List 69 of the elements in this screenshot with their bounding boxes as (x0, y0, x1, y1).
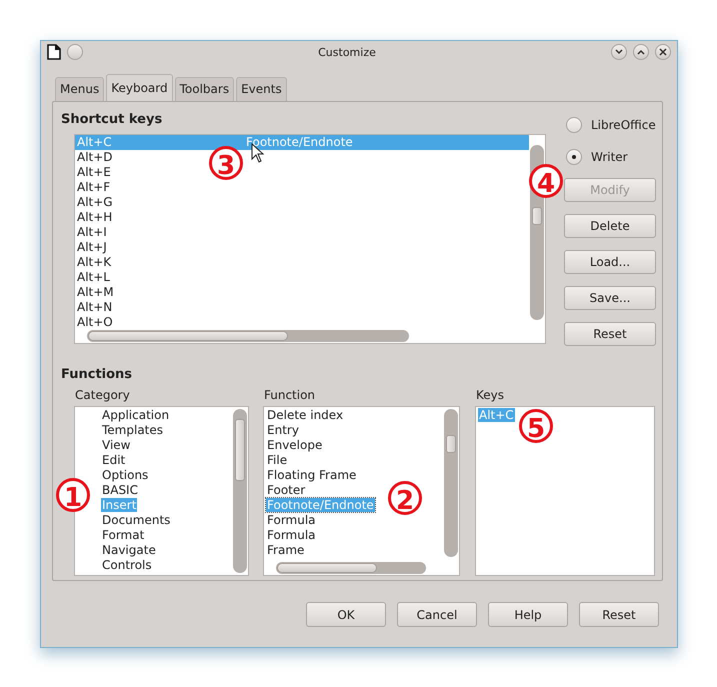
list-item[interactable]: Options (101, 468, 150, 482)
list-item[interactable]: Templates (101, 423, 164, 437)
list-item[interactable]: File (266, 453, 288, 467)
tab[interactable]: Events (236, 77, 287, 101)
list-item[interactable]: Formula (266, 528, 317, 542)
function-cell: Footnote/Endnote (246, 135, 353, 150)
list-item[interactable]: BASIC (101, 483, 139, 497)
key-cell-text: Alt+E (76, 165, 111, 180)
key-cell-text: Alt+K (76, 255, 112, 270)
number-callout: 1 (56, 478, 90, 512)
document-icon (47, 44, 61, 60)
key-cell-text: Alt+J (76, 240, 107, 255)
button[interactable]: Delete (564, 214, 656, 238)
horizontal-scrollbar[interactable] (87, 330, 409, 342)
button[interactable]: Reset (579, 602, 659, 627)
key-cell-text: Alt+F (76, 180, 110, 195)
key-cell-text: Alt+D (76, 150, 113, 165)
button[interactable]: Reset (564, 322, 656, 346)
radio-label: LibreOffice (591, 118, 656, 132)
list-item[interactable]: View (101, 438, 132, 452)
radio-button[interactable] (566, 117, 582, 133)
close-icon (659, 48, 667, 56)
list-item[interactable]: Delete index (266, 408, 344, 422)
list-item[interactable]: Format (101, 528, 146, 542)
list-item[interactable]: Controls (101, 558, 153, 572)
list-item[interactable]: Edit (101, 453, 126, 467)
list-item[interactable]: Frame (266, 543, 306, 557)
button[interactable]: Help (488, 602, 568, 627)
radio-label: Writer (591, 150, 628, 164)
section-heading: Shortcut keys (61, 112, 164, 129)
vertical-scrollbar[interactable] (444, 409, 458, 557)
list-item[interactable]: Formula (266, 513, 317, 527)
window-title: Customize (317, 46, 377, 58)
key-cell-text: Alt+H (76, 210, 112, 225)
button[interactable]: Cancel (397, 602, 477, 627)
tab[interactable]: Keyboard (106, 74, 173, 101)
radio-button[interactable] (566, 149, 582, 165)
list-label: Keys (475, 388, 506, 404)
minimize-button[interactable] (611, 44, 627, 60)
list-item[interactable]: Documents (101, 513, 172, 527)
list-item[interactable]: Floating Frame (266, 468, 358, 482)
maximize-button[interactable] (633, 44, 649, 60)
key-cell-text: Alt+C (76, 135, 112, 150)
vertical-scrollbar[interactable] (233, 409, 247, 573)
key-cell-text: Alt+G (76, 195, 113, 210)
button[interactable]: Save... (564, 286, 656, 310)
list-item[interactable]: Application (101, 408, 170, 422)
chevron-down-icon (615, 49, 623, 55)
list-item[interactable]: Navigate (101, 543, 157, 557)
tab[interactable]: Toolbars (174, 77, 234, 101)
button[interactable]: Load... (564, 250, 656, 274)
horizontal-scrollbar[interactable] (276, 562, 426, 574)
key-cell-text: Alt+L (76, 270, 110, 285)
window-menu-button[interactable] (67, 44, 83, 60)
list-label: Function (263, 388, 316, 404)
key-cell-text: Alt+O (76, 315, 113, 330)
key-cell-text: Alt+N (76, 300, 112, 315)
tab[interactable]: Menus (55, 77, 104, 101)
section-heading: Functions (61, 367, 134, 384)
key-cell-text: Alt+I (76, 225, 107, 240)
close-button[interactable] (655, 44, 671, 60)
button[interactable]: OK (306, 602, 386, 627)
number-callout: 4 (529, 164, 563, 198)
key-cell-text: Alt+M (76, 285, 114, 300)
list-item[interactable]: Footer (266, 483, 306, 497)
chevron-up-icon (637, 49, 645, 55)
list-label: Category (74, 388, 131, 404)
list-item[interactable]: Envelope (266, 438, 324, 452)
list-item[interactable]: Entry (266, 423, 300, 437)
